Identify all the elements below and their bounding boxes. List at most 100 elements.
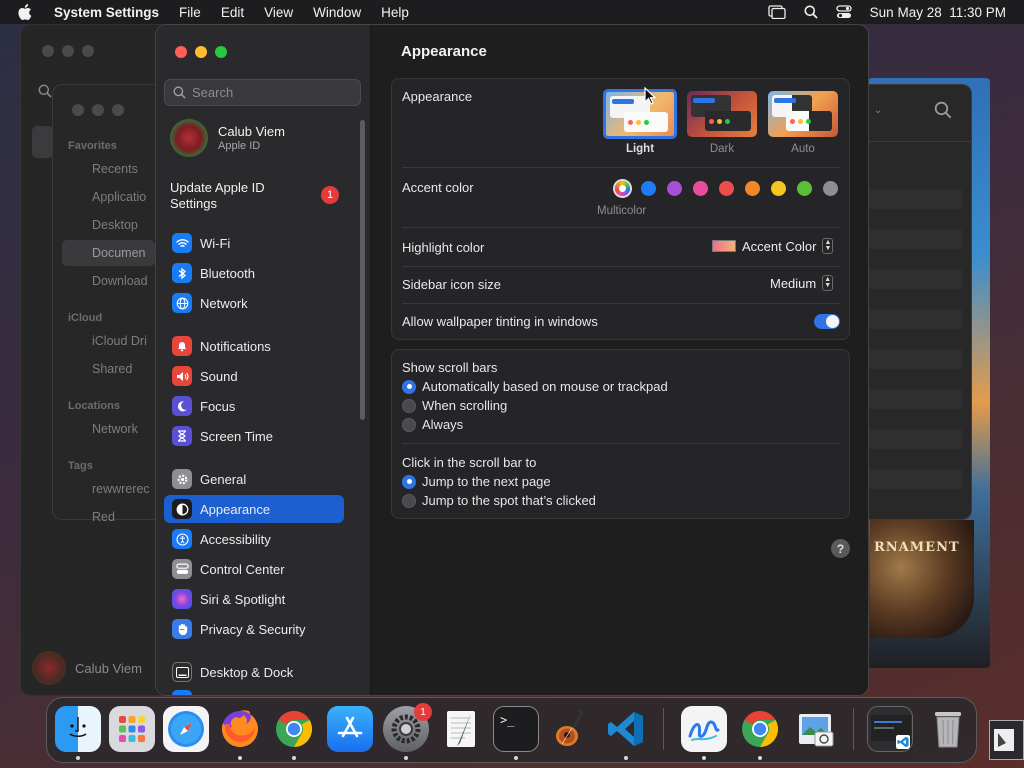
appearance-dark-option[interactable] [687, 91, 757, 137]
sidebar-item-siri-spotlight[interactable]: Siri & Spotlight [164, 585, 344, 613]
sidebar-item-privacy-security[interactable]: Privacy & Security [164, 615, 344, 643]
accent-pink-swatch[interactable] [693, 181, 708, 196]
sidebar-icon-size-popup[interactable]: Medium ▲ ▼ [770, 275, 834, 291]
menu-file[interactable]: File [179, 5, 201, 20]
scroll-bars-auto-radio[interactable]: Automatically based on mouse or trackpad [402, 379, 668, 394]
accent-red-swatch[interactable] [719, 181, 734, 196]
highlight-color-value: Accent Color [742, 238, 817, 254]
dock-running-indicator [292, 756, 296, 760]
sidebar-item-wifi[interactable]: Wi-Fi [164, 229, 344, 257]
jump-to-spot-radio[interactable]: Jump to the spot that’s clicked [402, 493, 596, 508]
speaker-icon [172, 366, 192, 386]
menu-app-name[interactable]: System Settings [54, 5, 159, 20]
control-center-icon[interactable] [836, 5, 852, 19]
dock-garageband-icon[interactable] [547, 706, 593, 752]
accent-caption: Multicolor [597, 205, 647, 217]
sidebar-item-label: Focus [200, 398, 236, 414]
sidebar-item-focus[interactable]: Focus [164, 392, 344, 420]
accent-blue-swatch[interactable] [641, 181, 656, 196]
zoom-button[interactable] [215, 46, 227, 58]
finder-item[interactable]: Recents [92, 162, 138, 176]
sidebar-item-screen-time[interactable]: Screen Time [164, 422, 344, 450]
dock-settings-badge: 1 [414, 703, 432, 721]
finder-item[interactable]: Shared [92, 362, 132, 376]
menu-view[interactable]: View [264, 5, 293, 20]
sidebar-item-network[interactable]: Network [164, 289, 344, 317]
apple-id-profile[interactable]: Calub Viem Apple ID [170, 119, 285, 157]
wallpaper-tinting-toggle[interactable] [814, 314, 840, 329]
appearance-pane: Appearance Appearance Light Dark Auto Ac… [371, 25, 868, 695]
accent-purple-swatch[interactable] [667, 181, 682, 196]
finder-item[interactable]: iCloud Dri [92, 334, 147, 348]
finder-item[interactable]: Applicatio [92, 190, 146, 204]
menu-window[interactable]: Window [313, 5, 361, 20]
bluetooth-icon [172, 263, 192, 283]
menu-edit[interactable]: Edit [221, 5, 244, 20]
finder-item[interactable]: Download [92, 274, 148, 288]
help-button[interactable]: ? [831, 539, 850, 558]
search-input[interactable] [192, 85, 342, 100]
sidebar-scrollbar[interactable] [360, 120, 365, 420]
scroll-bars-when-scrolling-radio[interactable]: When scrolling [402, 398, 507, 413]
settings-sidebar: Calub Viem Apple ID Update Apple ID Sett… [156, 25, 371, 695]
spotlight-icon[interactable] [804, 5, 818, 19]
finder-item[interactable]: Documen [92, 246, 146, 260]
finder-locations-header: Locations [68, 400, 120, 412]
update-apple-id-link[interactable]: Update Apple ID Settings [170, 180, 300, 212]
finder-item[interactable]: rewwrerec [92, 482, 150, 496]
apple-menu-icon[interactable] [16, 3, 32, 21]
dock-firefox-icon[interactable] [217, 706, 263, 752]
wifi-icon [172, 233, 192, 253]
search-field[interactable] [164, 79, 361, 106]
sidebar-icon-size-label: Sidebar icon size [402, 277, 501, 292]
finder-item[interactable]: Desktop [92, 218, 138, 232]
dock-minimized-window-icon[interactable] [867, 706, 913, 752]
sidebar-item-notifications[interactable]: Notifications [164, 332, 344, 360]
sidebar-item-appearance[interactable]: Appearance [164, 495, 344, 523]
sidebar-item-general[interactable]: General [164, 465, 344, 493]
menu-clock[interactable]: Sun May 28 11:30 PM [870, 5, 1006, 20]
menu-help[interactable]: Help [381, 5, 409, 20]
moon-icon [172, 396, 192, 416]
appearance-light-option[interactable] [603, 89, 677, 139]
dock-safari-icon[interactable] [163, 706, 209, 752]
sidebar-item-control-center[interactable]: Control Center [164, 555, 344, 583]
accent-orange-swatch[interactable] [745, 181, 760, 196]
accent-yellow-swatch[interactable] [771, 181, 786, 196]
finder-item[interactable]: Red [92, 510, 115, 524]
accent-graphite-swatch[interactable] [823, 181, 838, 196]
bg-divider [868, 141, 972, 142]
dock: 1 >_ [46, 697, 977, 763]
sidebar-item-sound[interactable]: Sound [164, 362, 344, 390]
highlight-color-popup[interactable]: Accent Color ▲ ▼ [712, 238, 834, 254]
dock-freeform-icon[interactable] [681, 706, 727, 752]
sidebar-item-bluetooth[interactable]: Bluetooth [164, 259, 344, 287]
minimize-button[interactable] [195, 46, 207, 58]
dock-chrome-icon[interactable] [271, 706, 317, 752]
sidebar-item-label: Control Center [200, 561, 285, 577]
accent-multicolor-swatch[interactable] [615, 181, 630, 196]
dock-vscode-icon[interactable] [603, 706, 649, 752]
jump-next-page-radio[interactable]: Jump to the next page [402, 474, 551, 489]
sidebar-item-label: Notifications [200, 338, 271, 354]
dock-terminal-icon[interactable]: >_ [493, 706, 539, 752]
close-button[interactable] [175, 46, 187, 58]
bg-right-search-icon [934, 101, 952, 119]
dock-trash-icon[interactable] [925, 706, 971, 752]
radio-on-icon [402, 474, 416, 489]
dock-chrome-2-icon[interactable] [737, 706, 783, 752]
sidebar-item-accessibility[interactable]: Accessibility [164, 525, 344, 553]
bg-user-name: Calub Viem [75, 661, 142, 676]
finder-item[interactable]: Network [92, 422, 138, 436]
dock-preview-icon[interactable] [793, 706, 839, 752]
sidebar-item-desktop-dock[interactable]: Desktop & Dock [164, 658, 344, 686]
accent-green-swatch[interactable] [797, 181, 812, 196]
appearance-auto-option[interactable] [768, 91, 838, 137]
dock-launchpad-icon[interactable] [109, 706, 155, 752]
screen-mirroring-icon[interactable] [768, 5, 786, 19]
dock-separator [853, 708, 854, 750]
dock-finder-icon[interactable] [55, 706, 101, 752]
dock-textedit-icon[interactable] [438, 706, 484, 752]
scroll-bars-always-radio[interactable]: Always [402, 417, 463, 432]
dock-app-store-icon[interactable] [327, 706, 373, 752]
